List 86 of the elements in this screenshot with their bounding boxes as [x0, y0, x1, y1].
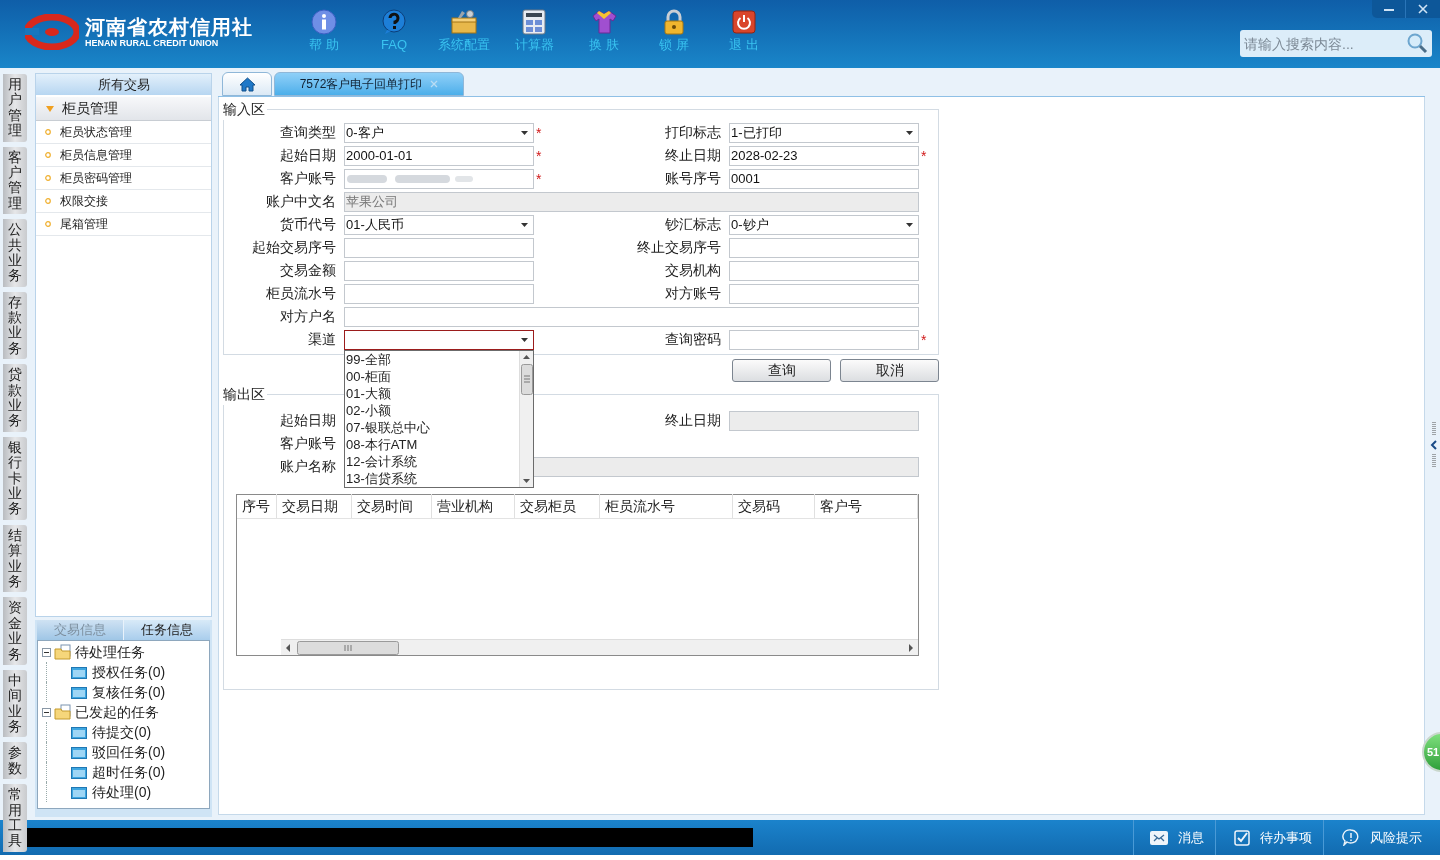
menu-item[interactable]: 尾箱管理: [36, 213, 211, 236]
column-header[interactable]: 客户号: [815, 494, 918, 518]
field-label: 柜员流水号: [265, 284, 336, 303]
tree-item[interactable]: 待提交(0): [46, 722, 209, 742]
menu-item[interactable]: 柜员密码管理: [36, 167, 211, 190]
side-tab[interactable]: 中间业务: [3, 669, 27, 738]
field-label: 账户名称: [279, 457, 336, 476]
page-tab[interactable]: 7572客户电子回单打印: [274, 72, 464, 96]
menu-item[interactable]: 柜员状态管理: [36, 121, 211, 144]
field-label: 钞汇标志: [664, 215, 721, 234]
tree-item[interactable]: 待处理(0): [46, 782, 209, 802]
field-label: 起始日期: [279, 146, 336, 165]
dropdown-option[interactable]: 12-会计系统: [345, 452, 519, 470]
field-label: 渠道: [307, 330, 336, 349]
input-field[interactable]: 2028-02-23: [729, 145, 919, 166]
menu-item[interactable]: 柜员信息管理: [36, 144, 211, 167]
side-tab[interactable]: 用户管理: [3, 74, 27, 142]
input-field[interactable]: 0001: [729, 168, 919, 189]
tree-item[interactable]: 授权任务(0): [46, 662, 209, 682]
panel-tab[interactable]: 任务信息: [124, 620, 210, 640]
field-label: 交易机构: [664, 261, 721, 280]
side-tab[interactable]: 参数: [3, 742, 27, 780]
required-mark: *: [920, 332, 928, 347]
tree-node[interactable]: 待处理任务: [42, 642, 209, 662]
logo-title: 河南省农村信用社: [85, 16, 253, 37]
column-header[interactable]: 序号: [237, 494, 277, 518]
field-label: 货币代号: [279, 215, 336, 234]
menu-item[interactable]: 权限交接: [36, 190, 211, 213]
column-header[interactable]: 交易日期: [277, 494, 352, 518]
dropdown-option[interactable]: 08-本行ATM: [345, 435, 519, 453]
field-label: 终止日期: [664, 146, 721, 165]
field-label: 对方户名: [279, 307, 336, 326]
search-field[interactable]: 请输入搜索内容...: [1240, 30, 1432, 57]
group-title: 输出区: [223, 385, 266, 404]
tree-item[interactable]: 超时任务(0): [46, 762, 209, 782]
field-label: 对方账号: [664, 284, 721, 303]
field-label: 交易金额: [279, 261, 336, 280]
dropdown-option[interactable]: 02-小额: [345, 401, 519, 419]
column-header[interactable]: 交易时间: [352, 494, 432, 518]
side-tab[interactable]: 银行卡业务: [3, 436, 27, 520]
dropdown-option[interactable]: 13-信贷系统: [345, 469, 519, 487]
select-field[interactable]: 0-钞户: [729, 214, 919, 235]
tree-item[interactable]: 驳回任务(0): [46, 742, 209, 762]
side-tab[interactable]: 常用工具: [3, 784, 27, 852]
field-label: 打印标志: [664, 123, 721, 142]
dropdown-option[interactable]: 07-银联总中心: [345, 418, 519, 436]
side-tab[interactable]: 客户管理: [3, 146, 27, 215]
select-field[interactable]: 0-客户: [344, 122, 534, 143]
action-button[interactable]: 查询: [732, 359, 831, 382]
group-title: 输入区: [223, 100, 266, 119]
side-tab[interactable]: 存款业务: [3, 291, 27, 360]
logo-subtitle: HENAN RURAL CREDIT UNION: [85, 38, 220, 48]
required-mark: *: [920, 148, 928, 163]
required-mark: *: [535, 125, 543, 140]
tree-node[interactable]: 已发起的任务: [42, 702, 209, 722]
field-label: 账号序号: [664, 169, 721, 188]
select-field[interactable]: 1-已打印: [729, 122, 919, 143]
input-field[interactable]: 苹果公司: [344, 191, 919, 212]
field-label: 账户中文名: [265, 192, 336, 211]
column-header[interactable]: 交易柜员: [515, 494, 600, 518]
side-tab[interactable]: 贷款业务: [3, 364, 27, 432]
field-label: 客户账号: [279, 169, 336, 188]
field-label: 客户账号: [279, 434, 336, 453]
tree-item[interactable]: 复核任务(0): [46, 682, 209, 702]
select-field[interactable]: 01-人民币: [344, 214, 534, 235]
dropdown-option[interactable]: 01-大额: [345, 384, 519, 402]
dropdown-option[interactable]: 00-柜面: [345, 367, 519, 385]
panel-title: 所有交易: [36, 74, 211, 95]
field-label: 终止交易序号: [636, 238, 721, 257]
action-button[interactable]: 取消: [840, 359, 939, 382]
field-label: 查询密码: [664, 330, 721, 349]
field-label: 查询类型: [279, 123, 336, 142]
side-tab[interactable]: 结算业务: [3, 524, 27, 593]
column-header[interactable]: 柜员流水号: [600, 494, 733, 518]
field-label: 起始日期: [279, 411, 336, 430]
column-header[interactable]: 营业机构: [432, 494, 515, 518]
field-label: 起始交易序号: [251, 238, 336, 257]
dropdown-option[interactable]: 99-全部: [345, 350, 519, 368]
required-mark: *: [535, 171, 543, 186]
required-mark: *: [535, 148, 543, 163]
input-field[interactable]: 2000-01-01: [344, 145, 534, 166]
group-header[interactable]: 柜员管理: [36, 97, 211, 121]
side-tab[interactable]: 资金业务: [3, 597, 27, 665]
field-label: 终止日期: [664, 411, 721, 430]
column-header[interactable]: 交易码: [733, 494, 815, 518]
side-tab[interactable]: 公共业务: [3, 219, 27, 287]
